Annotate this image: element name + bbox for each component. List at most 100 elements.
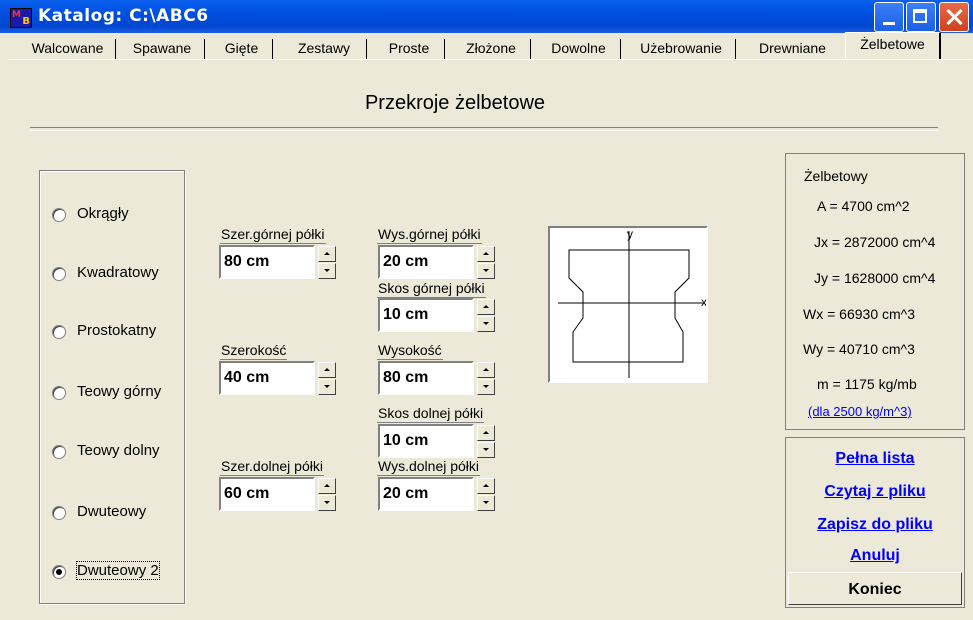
spin-down-button[interactable] bbox=[477, 263, 495, 279]
field-value: 10 cm bbox=[383, 432, 429, 449]
spin-down-button[interactable] bbox=[477, 442, 495, 458]
finish-button[interactable]: Koniec bbox=[788, 572, 962, 605]
radio-circle[interactable] bbox=[52, 325, 66, 339]
radio-circle-selected[interactable] bbox=[52, 565, 66, 579]
wy-value: Wy = 40710 cm^3 bbox=[803, 341, 915, 357]
app-icon-letter-b: B bbox=[22, 16, 30, 27]
section-properties-panel: Żelbetowy A = 4700 cm^2 Jx = 2872000 cm^… bbox=[785, 153, 965, 430]
tab-zestawy[interactable]: Zestawy bbox=[281, 38, 367, 59]
page-title: Przekroje żelbetowe bbox=[364, 92, 546, 114]
tab-label: Walcowane bbox=[31, 40, 104, 56]
field-value: 80 cm bbox=[383, 369, 429, 386]
wx-value: Wx = 66930 cm^3 bbox=[803, 306, 916, 322]
spin-up-button[interactable] bbox=[477, 478, 495, 494]
radio-circle[interactable] bbox=[52, 208, 66, 222]
top-flange-height-label: Wys.górnej półki bbox=[377, 226, 482, 244]
tab-label: Drewniane bbox=[759, 40, 826, 56]
app-icon[interactable]: M B bbox=[10, 8, 32, 28]
tab-label: Użebrowanie bbox=[640, 40, 722, 56]
full-list-button[interactable]: Pełna lista bbox=[786, 444, 964, 474]
spin-up-button[interactable] bbox=[318, 246, 336, 262]
top-flange-bevel-input[interactable]: 10 cm bbox=[378, 298, 474, 332]
tab-label: Proste bbox=[388, 40, 430, 56]
tab-zlozone[interactable]: Złożone bbox=[451, 38, 531, 59]
tab-label: Gięte bbox=[224, 40, 259, 56]
radio-label: Dwuteowy 2 bbox=[76, 561, 160, 580]
tab-proste[interactable]: Proste bbox=[373, 38, 445, 59]
tab-label: Spawane bbox=[132, 40, 192, 56]
tab-giete[interactable]: Gięte bbox=[210, 38, 273, 59]
tab-drewniane[interactable]: Drewniane bbox=[744, 38, 841, 59]
radio-label: Dwuteowy bbox=[77, 503, 147, 520]
field-value: 20 cm bbox=[383, 485, 429, 502]
radio-label: Teowy górny bbox=[77, 383, 162, 400]
close-button[interactable] bbox=[939, 2, 969, 32]
spin-down-button[interactable] bbox=[477, 379, 495, 395]
title-bar[interactable]: M B Katalog: C:\ABC6 bbox=[0, 0, 973, 33]
bottom-flange-bevel-input[interactable]: 10 cm bbox=[378, 424, 474, 458]
tab-label: Złożone bbox=[466, 40, 516, 56]
minimize-button[interactable] bbox=[874, 2, 904, 32]
height-input[interactable]: 80 cm bbox=[378, 361, 474, 395]
maximize-button[interactable] bbox=[906, 2, 936, 32]
x-axis-label: x bbox=[701, 295, 706, 309]
tab-walcowane[interactable]: Walcowane bbox=[19, 38, 116, 59]
radio-label: Prostokatny bbox=[77, 322, 157, 339]
tab-dowolne[interactable]: Dowolne bbox=[536, 38, 621, 59]
bottom-flange-width-label: Szer.dolnej półki bbox=[220, 458, 324, 476]
width-label: Szerokość bbox=[219, 342, 288, 360]
spin-down-button[interactable] bbox=[318, 379, 336, 395]
action-panel: Pełna lista Czytaj z pliku Zapisz do pli… bbox=[785, 437, 965, 608]
tab-label: Zestawy bbox=[297, 40, 351, 56]
area-value: A = 4700 cm^2 bbox=[817, 198, 910, 214]
y-axis-label: y bbox=[627, 228, 633, 241]
jy-value: Jy = 1628000 cm^4 bbox=[814, 270, 936, 286]
cancel-button[interactable]: Anuluj bbox=[786, 541, 964, 571]
density-link[interactable]: (dla 2500 kg/m^3) bbox=[808, 404, 912, 419]
spin-down-button[interactable] bbox=[477, 495, 495, 511]
tab-label: Żelbetowe bbox=[860, 36, 925, 52]
radio-circle[interactable] bbox=[52, 506, 66, 520]
top-flange-height-input[interactable]: 20 cm bbox=[378, 245, 474, 279]
field-value: 80 cm bbox=[224, 253, 270, 270]
jx-value: Jx = 2872000 cm^4 bbox=[814, 234, 936, 250]
read-file-button[interactable]: Czytaj z pliku bbox=[786, 477, 964, 507]
radio-label: Teowy dolny bbox=[77, 442, 160, 459]
tab-label: Dowolne bbox=[551, 40, 606, 56]
width-input[interactable]: 40 cm bbox=[219, 361, 315, 395]
bottom-flange-bevel-label: Skos dolnej półki bbox=[376, 405, 485, 423]
top-flange-bevel-label: Skos górnej półki bbox=[377, 280, 486, 298]
radio-circle[interactable] bbox=[52, 445, 66, 459]
spin-down-button[interactable] bbox=[477, 316, 495, 332]
mass-value: m = 1175 kg/mb bbox=[817, 376, 917, 392]
tab-zelbetowe[interactable]: Żelbetowe bbox=[845, 32, 941, 60]
field-value: 10 cm bbox=[383, 306, 429, 323]
spin-up-button[interactable] bbox=[318, 362, 336, 378]
spin-up-button[interactable] bbox=[318, 478, 336, 494]
radio-label: Okrągły bbox=[77, 205, 129, 222]
cross-section-diagram: y x bbox=[548, 226, 708, 383]
tab-uzebrowanie[interactable]: Użebrowanie bbox=[626, 38, 736, 59]
window-title: Katalog: C:\ABC6 bbox=[38, 6, 209, 26]
save-file-button[interactable]: Zapisz do pliku bbox=[786, 510, 964, 540]
radio-circle[interactable] bbox=[52, 386, 66, 400]
bottom-flange-height-input[interactable]: 20 cm bbox=[378, 477, 474, 511]
spin-down-button[interactable] bbox=[318, 263, 336, 279]
properties-title: Żelbetowy bbox=[804, 168, 868, 184]
bottom-flange-height-label: Wys.dolnej półki bbox=[376, 458, 481, 476]
tab-spawane[interactable]: Spawane bbox=[119, 38, 205, 59]
cross-section-svg: y x bbox=[558, 227, 707, 378]
spin-down-button[interactable] bbox=[318, 495, 336, 511]
radio-circle[interactable] bbox=[52, 267, 66, 281]
app-icon-letter-m: M bbox=[12, 10, 21, 20]
spin-up-button[interactable] bbox=[477, 425, 495, 441]
spin-up-button[interactable] bbox=[477, 299, 495, 315]
spin-up-button[interactable] bbox=[477, 246, 495, 262]
spin-up-button[interactable] bbox=[477, 362, 495, 378]
top-flange-width-input[interactable]: 80 cm bbox=[219, 245, 315, 279]
field-value: 60 cm bbox=[224, 485, 270, 502]
app-window: M B Katalog: C:\ABC6 Walcowane Spawane G… bbox=[0, 0, 973, 620]
height-label: Wysokość bbox=[377, 342, 443, 360]
heading-separator bbox=[30, 127, 938, 131]
bottom-flange-width-input[interactable]: 60 cm bbox=[219, 477, 315, 511]
